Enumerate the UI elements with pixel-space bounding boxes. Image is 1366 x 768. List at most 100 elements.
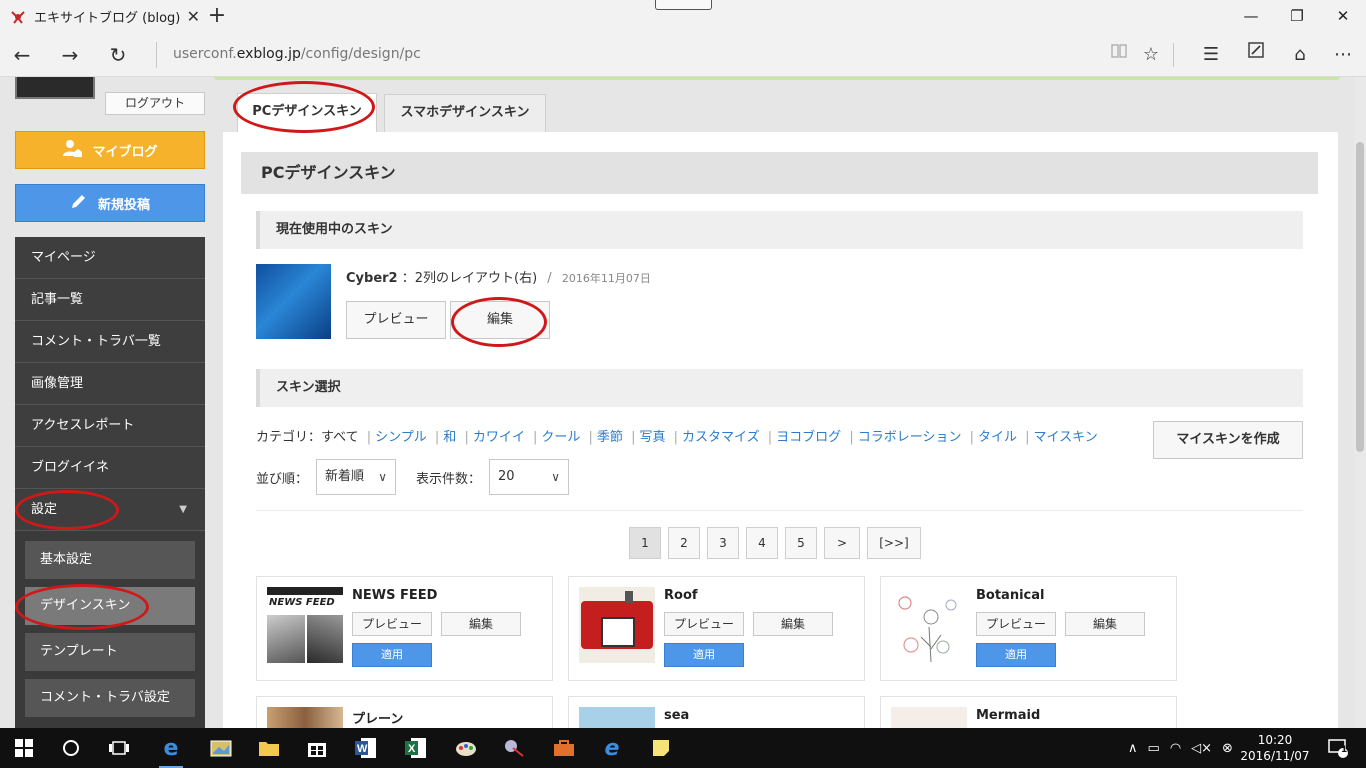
page-5[interactable]: 5 xyxy=(785,527,817,559)
category-photo[interactable]: 写真 xyxy=(639,430,665,445)
paint-icon[interactable] xyxy=(450,732,482,764)
settings-submenu: 基本設定 デザインスキン テンプレート コメント・トラバ設定 xyxy=(15,531,205,728)
tab-title: エキサイトブログ (blog)|PC: xyxy=(34,11,181,26)
category-yoko-blog[interactable]: ヨコブログ xyxy=(776,430,841,445)
skin-apply-button[interactable]: 適用 xyxy=(352,643,432,667)
task-view-icon[interactable] xyxy=(103,732,135,764)
sidebar-item-blog-iine[interactable]: ブログイイネ xyxy=(15,447,205,489)
tab-pc-design-skin[interactable]: PCデザインスキン xyxy=(237,93,377,133)
submenu-comment-settings[interactable]: コメント・トラバ設定 xyxy=(25,679,195,717)
page-scrollbar[interactable] xyxy=(1354,77,1366,728)
page-3[interactable]: 3 xyxy=(707,527,739,559)
skin-edit-button[interactable]: 編集 xyxy=(1065,612,1145,636)
skin-edit-button[interactable]: 編集 xyxy=(441,612,521,636)
url-field[interactable]: userconf.exblog.jp/config/design/pc xyxy=(173,46,421,62)
volume-icon[interactable]: ◁× xyxy=(1191,741,1212,756)
svg-text:W: W xyxy=(357,743,368,755)
tab-close-icon[interactable]: ✕ xyxy=(187,7,200,26)
category-season[interactable]: 季節 xyxy=(597,430,623,445)
submenu-template[interactable]: テンプレート xyxy=(25,633,195,671)
internet-explorer-icon[interactable]: e xyxy=(596,732,628,764)
chevron-up-icon[interactable]: ∧ xyxy=(1128,741,1138,756)
category-customize[interactable]: カスタマイズ xyxy=(682,430,760,445)
cortana-icon[interactable] xyxy=(55,732,87,764)
refresh-icon[interactable]: ↻ xyxy=(101,39,135,71)
sticky-notes-icon[interactable] xyxy=(645,732,677,764)
notification-center-icon[interactable]: 1 xyxy=(1322,732,1354,764)
skin-preview-button[interactable]: プレビュー xyxy=(664,612,744,636)
category-simple[interactable]: シンプル xyxy=(375,430,427,445)
browser-tab[interactable]: エキサイトブログ (blog)|PC: ✕ xyxy=(0,0,200,33)
sidebar-item-articles[interactable]: 記事一覧 xyxy=(15,279,205,321)
minimize-button[interactable]: — xyxy=(1228,0,1274,33)
current-preview-button[interactable]: プレビュー xyxy=(346,301,446,339)
category-tile[interactable]: タイル xyxy=(978,430,1017,445)
word-icon[interactable]: W xyxy=(350,732,382,764)
file-explorer-icon[interactable] xyxy=(253,732,285,764)
blog-avatar[interactable] xyxy=(15,77,95,99)
submenu-design-skin[interactable]: デザインスキン xyxy=(25,587,195,625)
share-icon[interactable]: ⌂ xyxy=(1283,39,1317,71)
battery-icon[interactable]: ▭ xyxy=(1148,741,1160,756)
page-4[interactable]: 4 xyxy=(746,527,778,559)
design-skin-panel: PCデザインスキン 現在使用中のスキン Cyber2 ：2列のレイアウト(右) … xyxy=(223,132,1338,728)
sidebar-item-comments[interactable]: コメント・トラバ一覧 xyxy=(15,321,205,363)
web-note-icon[interactable] xyxy=(1239,39,1273,71)
url-divider xyxy=(156,42,157,68)
excel-icon[interactable]: X xyxy=(400,732,432,764)
skin-preview-button[interactable]: プレビュー xyxy=(352,612,432,636)
skin-card-sea: sea xyxy=(568,696,865,728)
new-tab-button[interactable]: + xyxy=(203,4,231,28)
tab-sp-design-skin[interactable]: スマホデザインスキン xyxy=(384,94,546,132)
create-my-skin-button[interactable]: マイスキンを作成 xyxy=(1153,421,1303,459)
scrollbar-thumb[interactable] xyxy=(1356,142,1364,452)
page-next[interactable]: > xyxy=(824,527,860,559)
submenu-basic-settings[interactable]: 基本設定 xyxy=(25,541,195,579)
current-edit-button[interactable]: 編集 xyxy=(450,301,550,339)
sidebar-item-access-report[interactable]: アクセスレポート xyxy=(15,405,205,447)
logout-button[interactable]: ログアウト xyxy=(105,92,205,115)
myblog-button[interactable]: マイブログ xyxy=(15,131,205,169)
category-collaboration[interactable]: コラボレーション xyxy=(858,430,962,445)
wifi-icon[interactable]: ◠ xyxy=(1170,741,1181,756)
drag-handle[interactable] xyxy=(655,0,712,10)
close-window-button[interactable]: ✕ xyxy=(1320,0,1366,33)
maximize-button[interactable]: ❐ xyxy=(1274,0,1320,33)
current-skin-info: Cyber2 ：2列のレイアウト(右) / 2016年11月07日 xyxy=(346,267,651,286)
favorite-star-icon[interactable]: ☆ xyxy=(1134,39,1168,71)
back-arrow-icon[interactable]: ← xyxy=(5,39,39,71)
more-icon[interactable]: ⋯ xyxy=(1326,39,1360,71)
url-path: /config/design/pc xyxy=(300,46,421,62)
category-all[interactable]: すべて xyxy=(321,430,359,445)
edge-browser-icon[interactable]: e xyxy=(155,732,187,768)
category-cool[interactable]: クール xyxy=(541,430,580,445)
clock[interactable]: 10:20 2016/11/07 xyxy=(1240,732,1310,764)
skin-edit-button[interactable]: 編集 xyxy=(753,612,833,636)
page-1[interactable]: 1 xyxy=(629,527,661,559)
category-my-skin[interactable]: マイスキン xyxy=(1034,430,1098,445)
photos-app-icon[interactable] xyxy=(205,732,237,764)
page-2[interactable]: 2 xyxy=(668,527,700,559)
sidebar-item-settings[interactable]: 設定 ▼ xyxy=(15,489,205,531)
sidebar-item-mypage[interactable]: マイページ xyxy=(15,237,205,279)
category-kawaii[interactable]: カワイイ xyxy=(473,430,525,445)
reading-view-icon[interactable] xyxy=(1102,39,1136,71)
sidebar-item-images[interactable]: 画像管理 xyxy=(15,363,205,405)
toolbox-app-icon[interactable] xyxy=(548,732,580,764)
snipping-tool-icon[interactable] xyxy=(498,732,530,764)
sort-select[interactable]: 新着順 ∨ xyxy=(316,459,397,495)
hub-icon[interactable]: ☰ xyxy=(1194,39,1228,71)
category-japanese[interactable]: 和 xyxy=(443,430,456,445)
skin-apply-button[interactable]: 適用 xyxy=(664,643,744,667)
page-last[interactable]: [>>] xyxy=(867,527,921,559)
windows-start-icon[interactable] xyxy=(8,732,40,764)
mermaid-thumbnail xyxy=(891,707,967,728)
skin-apply-button[interactable]: 適用 xyxy=(976,643,1056,667)
store-icon[interactable] xyxy=(301,732,333,764)
new-post-button[interactable]: 新規投稿 xyxy=(15,184,205,222)
count-select[interactable]: 20 ∨ xyxy=(489,459,570,495)
current-skin-header: 現在使用中のスキン xyxy=(256,211,1303,249)
forward-arrow-icon[interactable]: → xyxy=(53,39,87,71)
ime-icon[interactable]: ⊗ xyxy=(1222,741,1233,756)
skin-preview-button[interactable]: プレビュー xyxy=(976,612,1056,636)
